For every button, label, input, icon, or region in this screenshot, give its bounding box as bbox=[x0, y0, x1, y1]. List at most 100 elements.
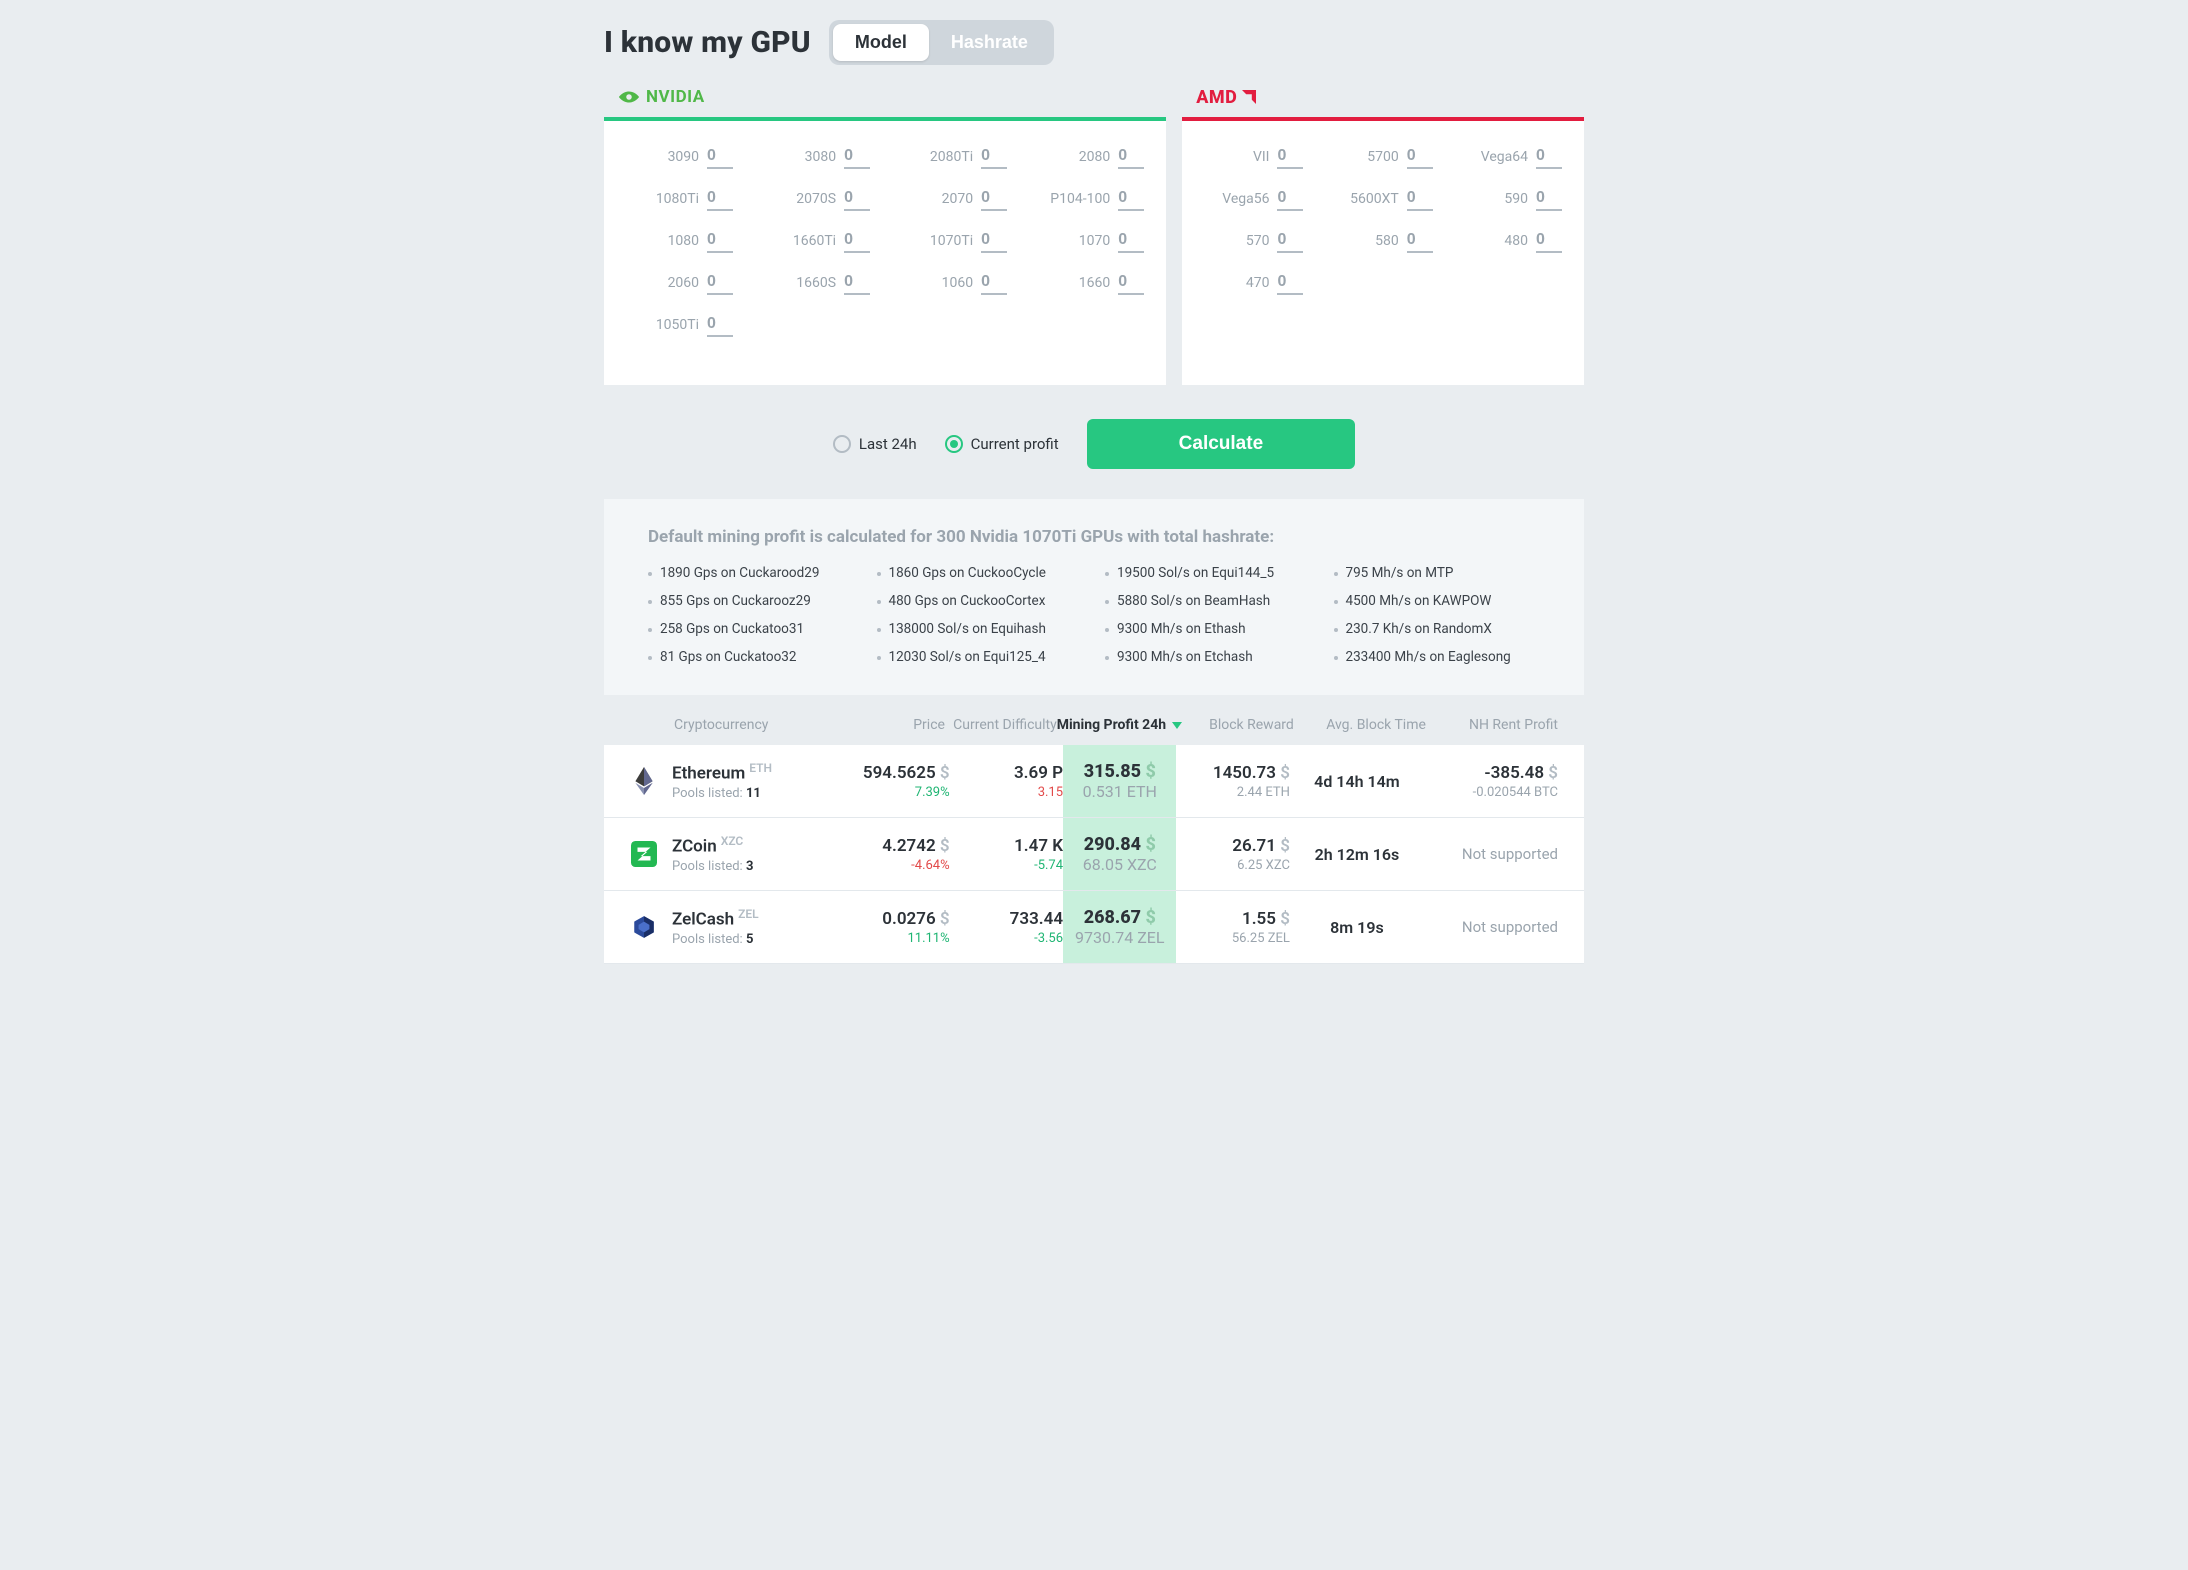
gpu-input-1060[interactable] bbox=[981, 271, 1007, 295]
hashrate-item: 480 Gps on CuckooCortex bbox=[877, 593, 1084, 609]
default-profit-panel: Default mining profit is calculated for … bbox=[604, 499, 1584, 695]
tab-hashrate[interactable]: Hashrate bbox=[929, 24, 1050, 61]
gpu-1050Ti: 1050Ti bbox=[616, 313, 743, 337]
gpu-input-5600XT[interactable] bbox=[1407, 187, 1433, 211]
coin-pools: Pools listed: 11 bbox=[672, 786, 772, 801]
amd-panel: VII 5700 Vega64 Vega56 5600XT 590 570 58… bbox=[1182, 117, 1584, 385]
gpu-label: Vega64 bbox=[1481, 149, 1528, 165]
gpu-input-Vega64[interactable] bbox=[1536, 145, 1562, 169]
xzc-icon bbox=[630, 840, 658, 868]
gpu-label: 3080 bbox=[805, 149, 836, 165]
gpu-input-1070Ti[interactable] bbox=[981, 229, 1007, 253]
gpu-input-Vega56[interactable] bbox=[1277, 187, 1303, 211]
coin-symbol: ETH bbox=[749, 761, 772, 775]
amd-logo: AMD bbox=[1196, 87, 1256, 108]
nvidia-icon bbox=[618, 86, 640, 108]
th-blocktime[interactable]: Avg. Block Time bbox=[1294, 717, 1426, 733]
gpu-2080: 2080 bbox=[1027, 145, 1154, 169]
gpu-label: 5700 bbox=[1367, 149, 1398, 165]
cell-reward: 26.71 $ 6.25 XZC bbox=[1176, 836, 1289, 873]
table-row[interactable]: Ethereum ETH Pools listed: 11 594.5625 $ … bbox=[604, 745, 1584, 818]
cell-reward: 1450.73 $ 2.44 ETH bbox=[1176, 763, 1289, 800]
cell-difficulty: 1.47 K -5.74 bbox=[950, 836, 1063, 873]
gpu-input-2070[interactable] bbox=[981, 187, 1007, 211]
gpu-3090: 3090 bbox=[616, 145, 743, 169]
cell-profit: 268.67 $ 9730.74 ZEL bbox=[1063, 891, 1176, 963]
table-row[interactable]: ZelCashZEL Pools listed: 5 0.0276 $ 11.1… bbox=[604, 891, 1584, 964]
th-crypto: Cryptocurrency bbox=[630, 717, 843, 733]
cell-blocktime: 8m 19s bbox=[1290, 918, 1424, 937]
hashrate-item: 4500 Mh/s on KAWPOW bbox=[1334, 593, 1541, 609]
calculate-button[interactable]: Calculate bbox=[1087, 419, 1355, 469]
radio-last-24h[interactable]: Last 24h bbox=[833, 435, 917, 453]
gpu-input-3080[interactable] bbox=[844, 145, 870, 169]
nvidia-logo: NVIDIA bbox=[618, 86, 705, 108]
cell-price: 0.0276 $ 11.11% bbox=[847, 909, 950, 946]
gpu-label: 2080Ti bbox=[930, 149, 973, 165]
gpu-input-1660S[interactable] bbox=[844, 271, 870, 295]
gpu-Vega56: Vega56 bbox=[1194, 187, 1313, 211]
hashrate-item: 12030 Sol/s on Equi125_4 bbox=[877, 649, 1084, 665]
gpu-P104-100: P104-100 bbox=[1027, 187, 1154, 211]
cell-difficulty: 733.44 -3.56 bbox=[950, 909, 1063, 946]
th-profit-sort[interactable]: Mining Profit 24h bbox=[1057, 717, 1182, 733]
gpu-480: 480 bbox=[1453, 229, 1572, 253]
cell-rent: -385.48 $-0.020544 BTC bbox=[1424, 763, 1558, 800]
radio-current-profit[interactable]: Current profit bbox=[945, 435, 1059, 453]
table-header: Cryptocurrency Price Current Difficulty … bbox=[604, 695, 1584, 745]
coin-symbol: ZEL bbox=[738, 907, 759, 921]
th-rent[interactable]: NH Rent Profit bbox=[1426, 717, 1558, 733]
cell-blocktime: 4d 14h 14m bbox=[1290, 772, 1424, 791]
cell-price: 594.5625 $ 7.39% bbox=[847, 763, 950, 800]
gpu-label: 1080Ti bbox=[656, 191, 699, 207]
gpu-input-P104-100[interactable] bbox=[1118, 187, 1144, 211]
gpu-input-2070S[interactable] bbox=[844, 187, 870, 211]
gpu-input-580[interactable] bbox=[1407, 229, 1433, 253]
amd-icon bbox=[1242, 90, 1256, 104]
gpu-VII: VII bbox=[1194, 145, 1313, 169]
th-difficulty[interactable]: Current Difficulty bbox=[945, 717, 1057, 733]
hashrate-item: 1860 Gps on CuckooCycle bbox=[877, 565, 1084, 581]
gpu-label: 1660S bbox=[796, 275, 836, 291]
gpu-label: 1060 bbox=[942, 275, 973, 291]
th-reward[interactable]: Block Reward bbox=[1182, 717, 1294, 733]
cell-profit: 290.84 $ 68.05 XZC bbox=[1063, 818, 1176, 890]
gpu-input-VII[interactable] bbox=[1277, 145, 1303, 169]
gpu-input-470[interactable] bbox=[1277, 271, 1303, 295]
mode-toggle: Model Hashrate bbox=[829, 20, 1054, 65]
gpu-5700: 5700 bbox=[1323, 145, 1442, 169]
gpu-input-1050Ti[interactable] bbox=[707, 313, 733, 337]
gpu-label: 590 bbox=[1504, 191, 1528, 207]
hashrate-item: 9300 Mh/s on Ethash bbox=[1105, 621, 1312, 637]
coin-name: Ethereum bbox=[672, 764, 745, 784]
sort-caret-icon bbox=[1172, 722, 1182, 729]
gpu-input-1080Ti[interactable] bbox=[707, 187, 733, 211]
gpu-label: 1050Ti bbox=[656, 317, 699, 333]
gpu-input-570[interactable] bbox=[1277, 229, 1303, 253]
gpu-input-1660Ti[interactable] bbox=[844, 229, 870, 253]
tab-model[interactable]: Model bbox=[833, 24, 929, 61]
table-row[interactable]: ZCoinXZC Pools listed: 3 4.2742 $ -4.64%… bbox=[604, 818, 1584, 891]
th-price[interactable]: Price bbox=[843, 717, 945, 733]
gpu-input-2060[interactable] bbox=[707, 271, 733, 295]
eth-icon bbox=[630, 767, 658, 795]
gpu-input-1070[interactable] bbox=[1118, 229, 1144, 253]
gpu-input-2080Ti[interactable] bbox=[981, 145, 1007, 169]
gpu-input-590[interactable] bbox=[1536, 187, 1562, 211]
gpu-1660: 1660 bbox=[1027, 271, 1154, 295]
gpu-input-5700[interactable] bbox=[1407, 145, 1433, 169]
gpu-470: 470 bbox=[1194, 271, 1313, 295]
gpu-input-1660[interactable] bbox=[1118, 271, 1144, 295]
gpu-5600XT: 5600XT bbox=[1323, 187, 1442, 211]
gpu-Vega64: Vega64 bbox=[1453, 145, 1572, 169]
hashrate-item: 855 Gps on Cuckarooz29 bbox=[648, 593, 855, 609]
gpu-input-3090[interactable] bbox=[707, 145, 733, 169]
gpu-3080: 3080 bbox=[753, 145, 880, 169]
gpu-input-480[interactable] bbox=[1536, 229, 1562, 253]
gpu-input-2080[interactable] bbox=[1118, 145, 1144, 169]
gpu-2070: 2070 bbox=[890, 187, 1017, 211]
gpu-label: 3090 bbox=[668, 149, 699, 165]
hashrate-item: 233400 Mh/s on Eaglesong bbox=[1334, 649, 1541, 665]
gpu-input-1080[interactable] bbox=[707, 229, 733, 253]
gpu-label: 480 bbox=[1504, 233, 1528, 249]
